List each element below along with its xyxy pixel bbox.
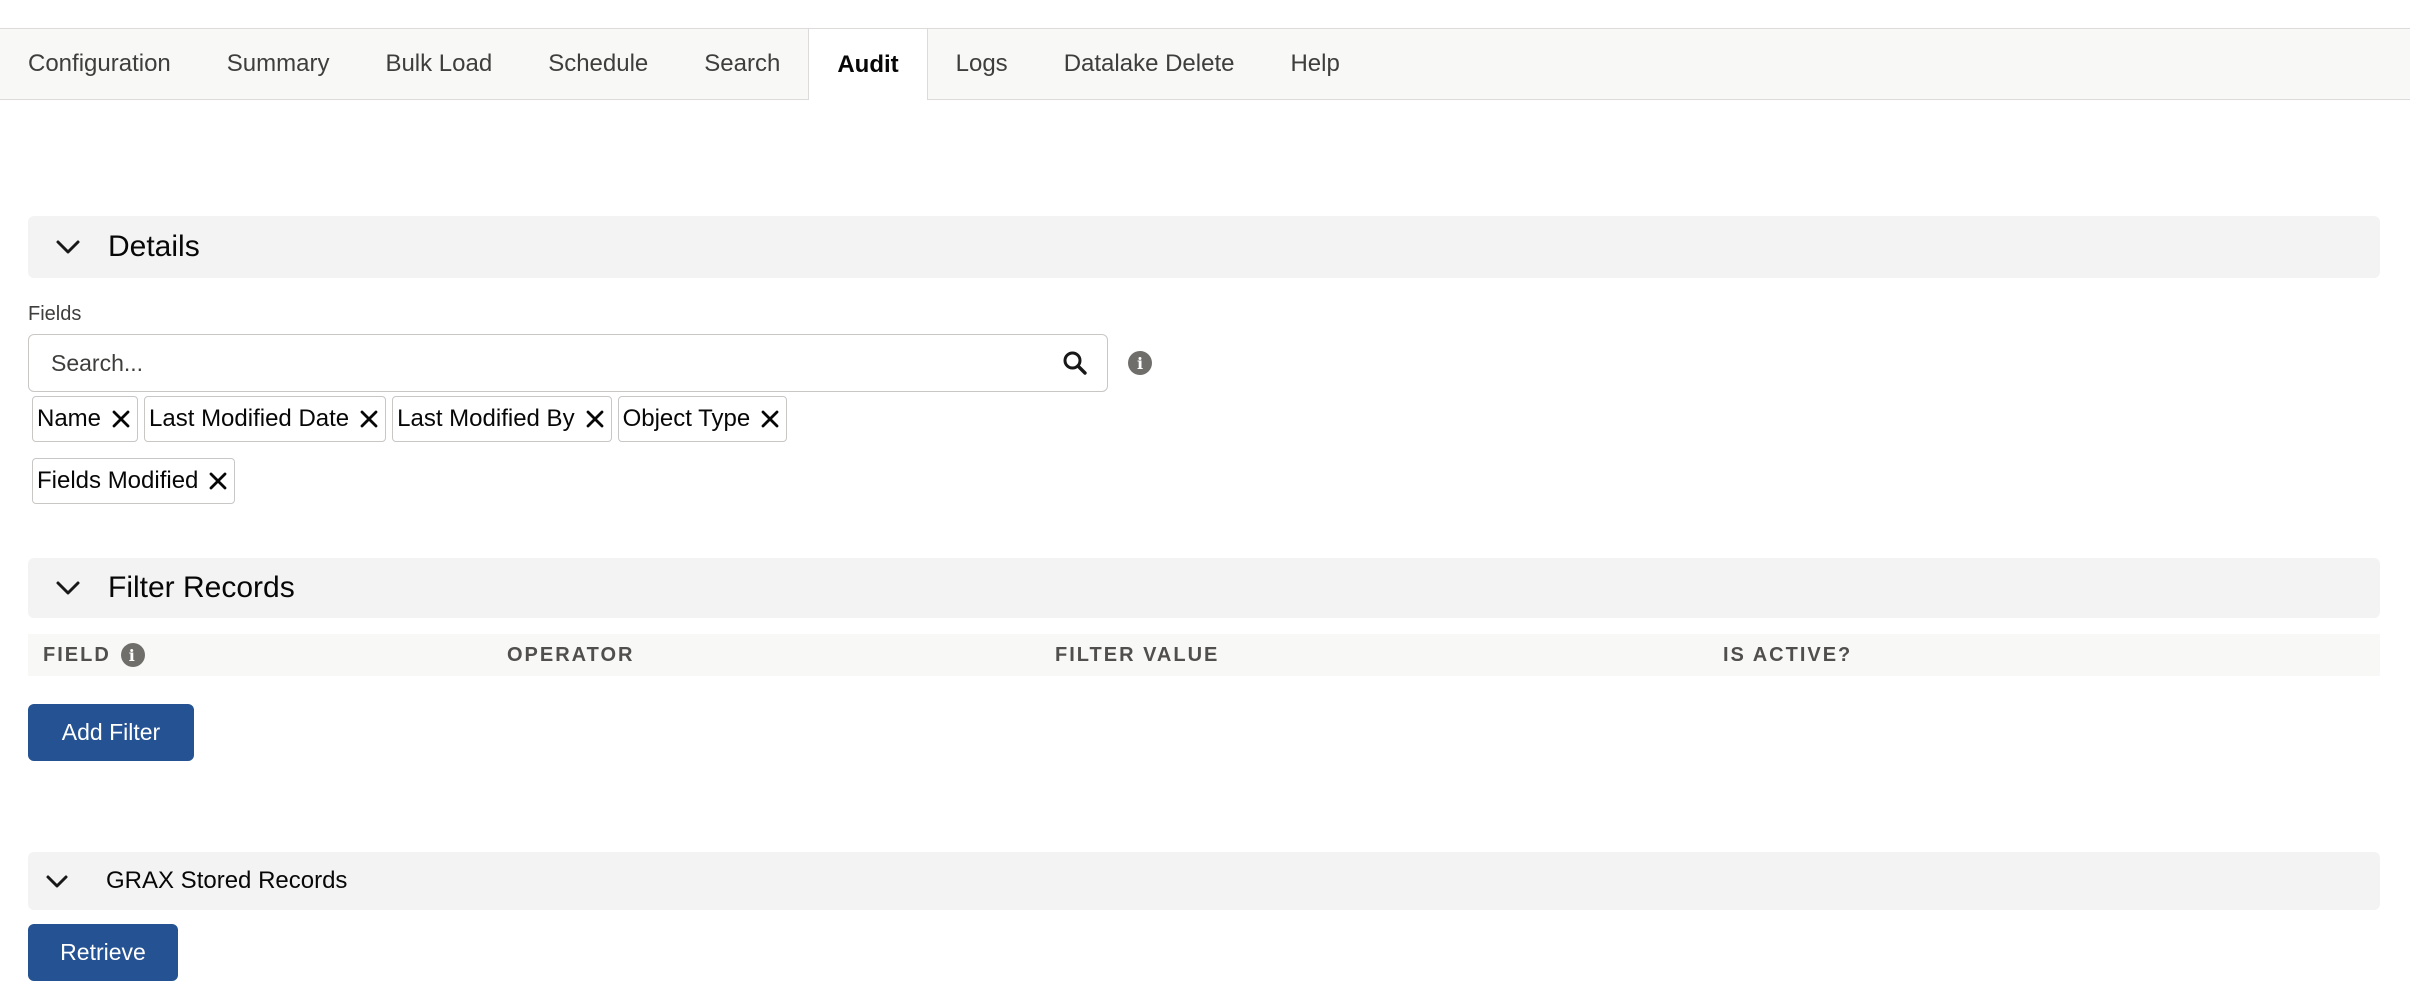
close-icon[interactable]	[111, 409, 131, 429]
fields-search-box	[28, 334, 1108, 392]
add-filter-button[interactable]: Add Filter	[28, 704, 194, 761]
close-icon[interactable]	[585, 409, 605, 429]
close-icon[interactable]	[208, 471, 228, 491]
info-icon[interactable]: i	[1128, 351, 1152, 375]
tab-bulk-load[interactable]: Bulk Load	[357, 29, 520, 99]
tab-configuration[interactable]: Configuration	[0, 29, 199, 99]
tab-summary[interactable]: Summary	[199, 29, 358, 99]
tab-bar: Configuration Summary Bulk Load Schedule…	[0, 28, 2410, 100]
column-header-filter-value: FILTER VALUE	[1055, 643, 1220, 666]
field-pill: Last Modified Date	[144, 396, 387, 442]
chevron-down-icon[interactable]	[28, 239, 108, 255]
pill-label: Last Modified Date	[149, 405, 350, 432]
details-title: Details	[108, 230, 200, 263]
retrieve-button[interactable]: Retrieve	[28, 924, 178, 981]
pill-label: Object Type	[622, 405, 751, 432]
column-header-is-active: IS ACTIVE?	[1723, 643, 1853, 666]
tab-datalake-delete[interactable]: Datalake Delete	[1036, 29, 1263, 99]
selected-fields-list: Name Last Modified Date Last Modified By…	[32, 396, 932, 504]
stored-records-section-header[interactable]: GRAX Stored Records	[28, 852, 2380, 910]
close-icon[interactable]	[359, 409, 379, 429]
column-header-operator: OPERATOR	[507, 643, 635, 666]
fields-search-input[interactable]	[29, 334, 1043, 392]
chevron-down-icon[interactable]	[28, 580, 108, 596]
search-icon[interactable]	[1043, 350, 1107, 376]
filter-records-title: Filter Records	[108, 571, 295, 604]
info-icon[interactable]: i	[120, 643, 145, 667]
pill-label: Fields Modified	[37, 467, 199, 494]
filter-records-section-header[interactable]: Filter Records	[28, 558, 2380, 618]
pill-label: Name	[37, 405, 102, 432]
field-pill: Last Modified By	[392, 396, 612, 442]
tab-help[interactable]: Help	[1262, 29, 1367, 99]
field-pill: Name	[32, 396, 139, 442]
tab-search[interactable]: Search	[676, 29, 808, 99]
field-pill: Object Type	[617, 396, 788, 442]
stored-records-title: GRAX Stored Records	[106, 867, 348, 894]
pill-label: Last Modified By	[397, 405, 575, 432]
close-icon[interactable]	[760, 409, 780, 429]
column-header-field: FIELD i	[43, 643, 145, 667]
column-header-field-label: FIELD	[43, 643, 111, 666]
fields-label: Fields	[28, 303, 82, 325]
chevron-down-icon[interactable]	[28, 874, 86, 889]
tab-audit[interactable]: Audit	[808, 29, 928, 100]
details-section-header[interactable]: Details	[28, 216, 2380, 278]
filter-table-header: FIELD i OPERATOR FILTER VALUE IS ACTIVE?	[28, 634, 2380, 676]
tab-logs[interactable]: Logs	[928, 29, 1036, 99]
field-pill: Fields Modified	[32, 458, 236, 504]
tab-schedule[interactable]: Schedule	[520, 29, 676, 99]
